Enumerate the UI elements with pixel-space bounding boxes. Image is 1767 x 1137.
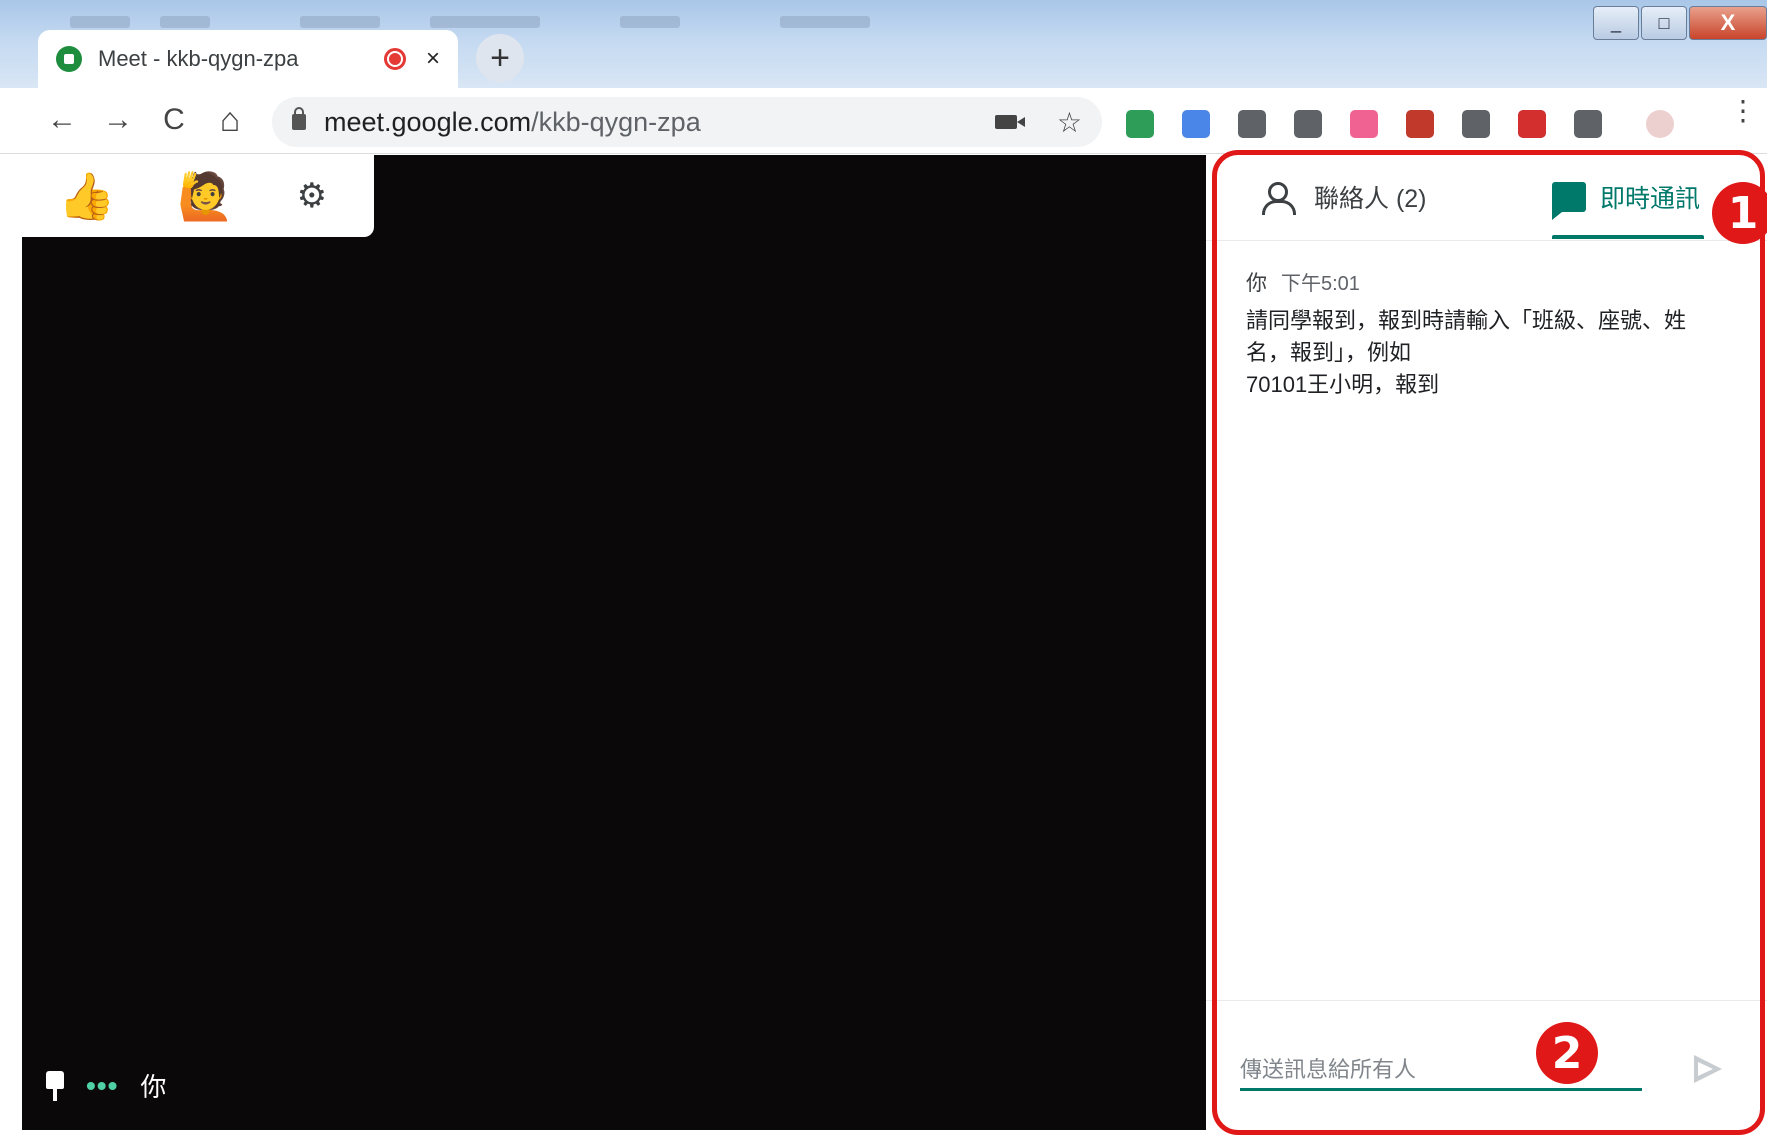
chat-composer <box>1206 1000 1767 1137</box>
tab-chat-label: 即時通訊 <box>1600 185 1701 213</box>
chat-messages: 你 下午5:01 請同學報到，報到時請輸入「班級、座號、姓 名，報到」，例如 7… <box>1246 267 1746 401</box>
arrow-ext-icon[interactable] <box>1350 110 1378 138</box>
url-host: meet.google.com <box>324 106 532 137</box>
send-icon[interactable] <box>1686 1049 1726 1089</box>
classroom-icon[interactable] <box>1126 110 1154 138</box>
camera-icon[interactable] <box>1238 110 1266 138</box>
raise-hand-icon[interactable]: 🙋 <box>177 171 234 221</box>
browser-toolbar: ← → C ⌂ meet.google.com/kkb-qygn-zpa ☆ ⋮ <box>0 88 1767 154</box>
maximize-button[interactable]: □ <box>1641 6 1687 40</box>
more-options-icon[interactable]: ••• <box>86 1070 118 1102</box>
message-line: 70101王小明，報到 <box>1246 372 1440 397</box>
background-blur <box>300 16 380 28</box>
apple-icon[interactable] <box>1518 110 1546 138</box>
panel-tabs: 聯絡人 (2) 即時通訊 <box>1206 155 1767 241</box>
pin-icon[interactable] <box>46 1070 64 1101</box>
bookmark-star-icon[interactable]: ☆ <box>1057 106 1082 139</box>
message-time: 下午5:01 <box>1281 273 1360 295</box>
tab-chat[interactable]: 即時通訊 <box>1552 177 1701 220</box>
background-blur <box>160 16 210 28</box>
tab-people[interactable]: 聯絡人 (2) <box>1262 177 1427 217</box>
meet-page: 👍 🙋 ⚙ ••• 你 聯絡人 (2) 即時通訊 你 下午5:01 請同學報到，… <box>0 155 1767 1137</box>
minimize-button[interactable]: _ <box>1593 6 1639 40</box>
annotation-badge-2: 2 <box>1536 1022 1598 1084</box>
address-bar[interactable]: meet.google.com/kkb-qygn-zpa ☆ <box>272 97 1102 147</box>
reaction-bar: 👍 🙋 ⚙ <box>22 155 374 237</box>
meet-favicon-icon <box>56 46 82 72</box>
cast-icon[interactable] <box>1462 110 1490 138</box>
lock-icon <box>292 107 306 130</box>
close-window-button[interactable]: X <box>1689 6 1767 40</box>
forward-button[interactable]: → <box>98 100 138 140</box>
message-line: 名，報到」，例如 <box>1246 340 1412 365</box>
chat-icon <box>1552 182 1586 220</box>
pdf-icon[interactable] <box>1406 110 1434 138</box>
self-tile-label: ••• 你 <box>46 1067 166 1104</box>
gear-icon[interactable]: ⚙ <box>297 176 327 216</box>
message-sender: 你 <box>1246 272 1267 295</box>
message-header: 你 下午5:01 <box>1246 267 1746 297</box>
back-button[interactable]: ← <box>42 100 82 140</box>
background-blur <box>780 16 870 28</box>
recording-indicator-icon <box>383 48 406 70</box>
reload-button[interactable]: C <box>154 100 194 140</box>
people-icon <box>1262 182 1300 215</box>
translate-icon[interactable] <box>1182 110 1210 138</box>
browser-tab[interactable]: Meet - kkb-qygn-zpa × <box>38 30 458 88</box>
annotation-badge-1: 1 <box>1712 182 1767 244</box>
home-button[interactable]: ⌂ <box>210 100 250 140</box>
message-line: 請同學報到，報到時請輸入「班級、座號、姓 <box>1246 308 1687 333</box>
url-path: /kkb-qygn-zpa <box>531 106 701 137</box>
tab-people-label: 聯絡人 (2) <box>1314 185 1427 213</box>
active-tab-indicator <box>1552 235 1704 239</box>
screen: _ □ X Meet - kkb-qygn-zpa × + ← → C ⌂ me… <box>0 0 1767 1137</box>
video-stage <box>22 155 1206 1130</box>
url-text: meet.google.com/kkb-qygn-zpa <box>324 107 995 138</box>
new-tab-button[interactable]: + <box>476 34 524 82</box>
browser-menu-button[interactable]: ⋮ <box>1729 97 1757 125</box>
side-panel: 聯絡人 (2) 即時通訊 你 下午5:01 請同學報到，報到時請輸入「班級、座號… <box>1206 155 1767 1137</box>
bulb-icon[interactable] <box>1294 110 1322 138</box>
camera-in-use-icon[interactable] <box>994 115 1017 129</box>
window-controls: _ □ X <box>1591 6 1767 42</box>
window-titlebar: _ □ X Meet - kkb-qygn-zpa × + <box>0 0 1767 88</box>
background-blur <box>430 16 540 28</box>
background-blur <box>620 16 680 28</box>
thumbs-up-icon[interactable]: 👍 <box>58 171 115 221</box>
grid-icon[interactable] <box>1574 110 1602 138</box>
tab-close-button[interactable]: × <box>426 45 440 73</box>
background-blur <box>70 16 130 28</box>
tab-title: Meet - kkb-qygn-zpa <box>98 46 299 71</box>
self-name: 你 <box>140 1072 167 1102</box>
profile-icon[interactable] <box>1646 110 1674 138</box>
